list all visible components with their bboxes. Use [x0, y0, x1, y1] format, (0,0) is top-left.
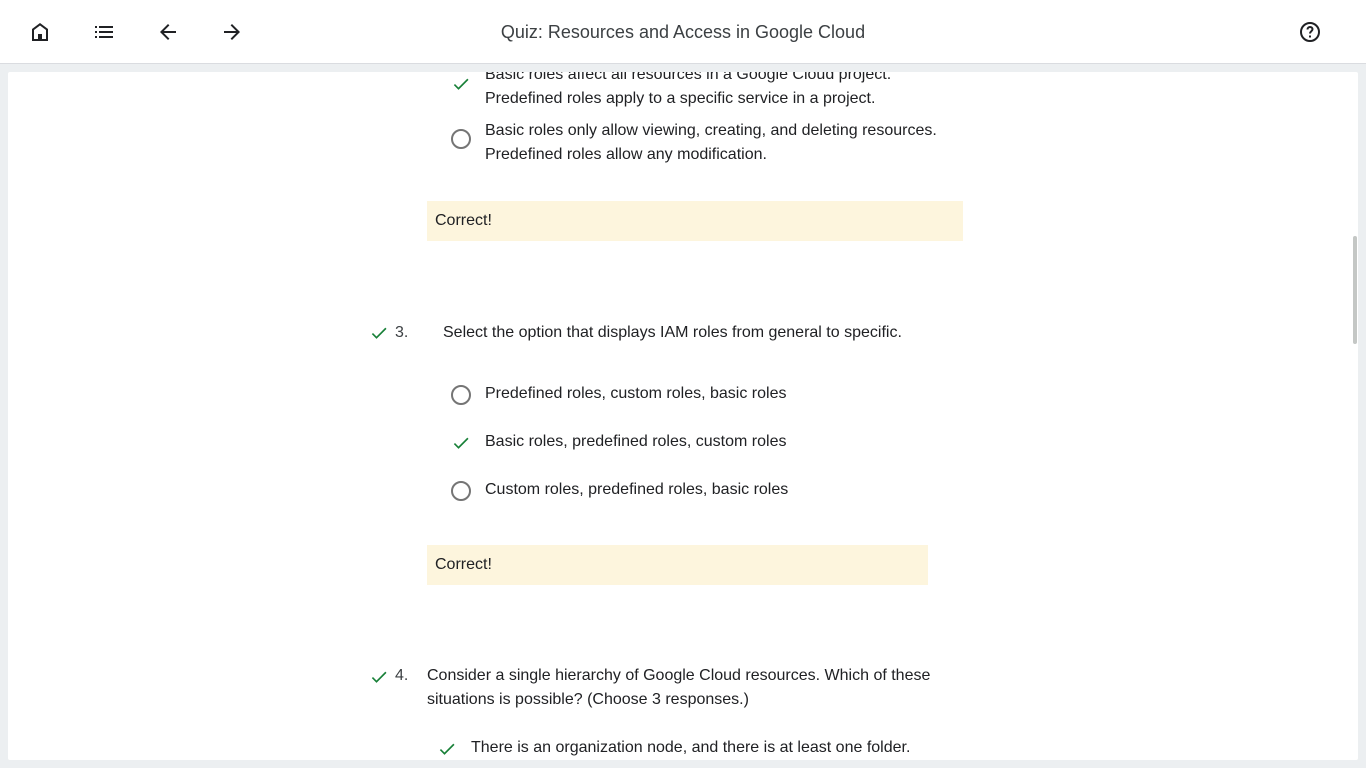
q2-option-2-radio[interactable] — [451, 129, 471, 149]
q3-option-1[interactable]: Predefined roles, custom roles, basic ro… — [485, 382, 786, 406]
q4-number: 4. — [395, 667, 409, 684]
q2-feedback: Correct! — [427, 201, 963, 241]
q4-text-line1: Consider a single hierarchy of Google Cl… — [427, 667, 931, 684]
top-app-bar: Quiz: Resources and Access in Google Clo… — [0, 0, 1366, 64]
q3-option-3[interactable]: Custom roles, predefined roles, basic ro… — [485, 478, 788, 502]
q2-option-1-line1: Basic roles affect all resources in a Go… — [485, 72, 892, 83]
q3-feedback: Correct! — [427, 545, 928, 585]
q4-option-1[interactable]: There is an organization node, and there… — [471, 736, 910, 760]
help-icon — [1298, 20, 1322, 44]
q4-text: Consider a single hierarchy of Google Cl… — [427, 664, 930, 712]
check-icon — [369, 323, 389, 343]
q3-option-1-radio[interactable] — [451, 385, 471, 405]
scrollbar[interactable] — [1350, 72, 1358, 760]
q3-option-3-radio[interactable] — [451, 481, 471, 501]
q2-option-1-line2: Predefined roles apply to a specific ser… — [485, 90, 876, 107]
help-button[interactable] — [1290, 12, 1330, 52]
q2-option-2-line1: Basic roles only allow viewing, creating… — [485, 122, 937, 139]
check-icon — [437, 739, 457, 759]
q2-option-2[interactable]: Basic roles only allow viewing, creating… — [485, 119, 937, 167]
check-icon — [369, 667, 389, 687]
q2-option-2-line2: Predefined roles allow any modification. — [485, 146, 767, 163]
q3-text: Select the option that displays IAM role… — [443, 324, 902, 341]
q2-option-1[interactable]: Basic roles affect all resources in a Go… — [485, 72, 891, 111]
q3-option-2[interactable]: Basic roles, predefined roles, custom ro… — [485, 430, 786, 454]
quiz-content-panel[interactable]: Basic roles affect all resources in a Go… — [8, 72, 1358, 760]
scrollbar-thumb[interactable] — [1353, 236, 1357, 344]
q3-number: 3. — [395, 324, 409, 341]
check-icon — [451, 74, 471, 94]
q4-text-line2: situations is possible? (Choose 3 respon… — [427, 691, 749, 708]
check-icon — [451, 433, 471, 453]
page-title: Quiz: Resources and Access in Google Clo… — [500, 22, 866, 42]
